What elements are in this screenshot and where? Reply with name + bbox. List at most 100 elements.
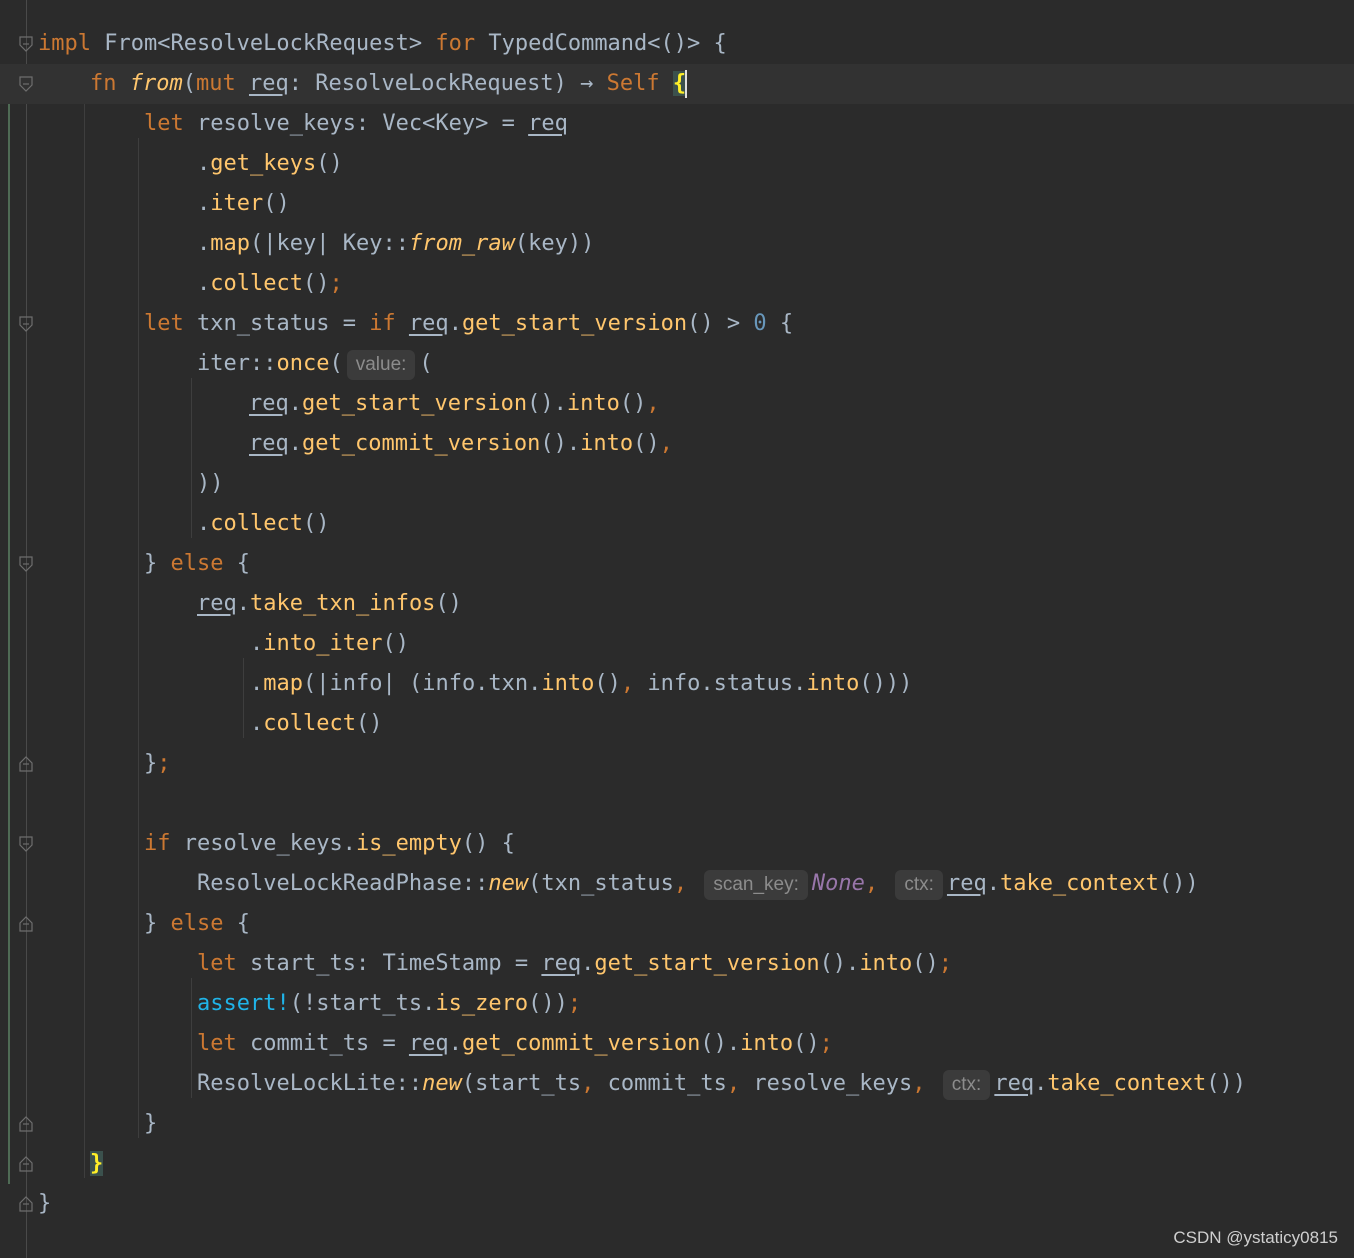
code-token: { — [223, 911, 250, 936]
code-line[interactable]: iter::once(value:( — [0, 344, 1354, 384]
fold-close-icon[interactable] — [19, 1156, 33, 1172]
code-line[interactable]: .collect() — [0, 704, 1354, 744]
code-token: req — [408, 1031, 449, 1056]
code-token: req — [197, 591, 237, 616]
code-line[interactable]: ResolveLockLite::new(start_ts, commit_ts… — [0, 1064, 1354, 1104]
parameter-hint: scan_key: — [704, 870, 808, 900]
code-line[interactable]: } — [0, 1144, 1354, 1184]
code-token: for — [435, 31, 476, 56]
code-line[interactable]: .map(|info| (info.txn.into(), info.statu… — [0, 664, 1354, 704]
code-token: ()) — [528, 991, 568, 1016]
code-line[interactable]: .get_keys() — [0, 144, 1354, 184]
code-line[interactable]: } — [0, 1184, 1354, 1224]
fold-close-icon[interactable] — [19, 1116, 33, 1132]
code-token: req — [249, 431, 289, 456]
code-text: .get_keys() — [197, 144, 343, 184]
code-token: () — [355, 711, 383, 736]
code-token: iter — [210, 191, 264, 216]
code-token: ResolveLockLite:: — [197, 1071, 423, 1096]
code-line[interactable]: } — [0, 1104, 1354, 1144]
code-token: get_commit_version — [302, 431, 541, 456]
code-line[interactable]: impl From<ResolveLockRequest> for TypedC… — [0, 24, 1354, 64]
code-line[interactable] — [0, 784, 1354, 824]
code-text: req.take_txn_infos() — [197, 584, 462, 624]
fold-close-icon[interactable] — [19, 756, 33, 772]
code-token: fn — [90, 71, 117, 96]
code-token: . — [197, 231, 211, 256]
code-token: req — [946, 871, 987, 896]
code-token: ())) — [859, 671, 913, 696]
code-token: req — [408, 311, 449, 336]
code-token: get_start_version — [594, 951, 820, 976]
fold-open-icon[interactable] — [19, 556, 33, 572]
code-line[interactable]: )) — [0, 464, 1354, 504]
code-line[interactable]: let txn_status = if req.get_start_versio… — [0, 304, 1354, 344]
code-token: () — [912, 951, 939, 976]
code-line[interactable]: req.get_start_version().into(), — [0, 384, 1354, 424]
code-line[interactable]: .iter() — [0, 184, 1354, 224]
code-token: (). — [700, 1031, 741, 1056]
fold-close-icon[interactable] — [19, 1196, 33, 1212]
code-token: (txn_status — [528, 871, 674, 896]
fold-open-icon[interactable] — [19, 36, 33, 52]
code-token: (). — [527, 391, 567, 416]
code-line[interactable]: .collect(); — [0, 264, 1354, 304]
fold-open-icon[interactable] — [19, 316, 33, 332]
code-token: ResolveLockReadPhase:: — [197, 871, 489, 896]
code-line[interactable]: .collect() — [0, 504, 1354, 544]
code-token: req — [994, 1071, 1035, 1096]
code-token: take_context — [1047, 1071, 1207, 1096]
code-token: } — [144, 551, 171, 576]
code-text: iter::once(value:( — [197, 344, 433, 384]
code-text: } — [38, 1184, 51, 1224]
code-text: req.get_commit_version().into(), — [249, 424, 673, 464]
fold-close-icon[interactable] — [19, 916, 33, 932]
code-line[interactable]: } else { — [0, 904, 1354, 944]
code-token: . — [448, 1031, 462, 1056]
code-token: () — [263, 191, 290, 216]
fold-open-icon[interactable] — [19, 836, 33, 852]
code-line[interactable]: req.get_commit_version().into(), — [0, 424, 1354, 464]
code-line[interactable]: ResolveLockReadPhase::new(txn_status, sc… — [0, 864, 1354, 904]
code-token: new — [488, 871, 529, 896]
code-text: } else { — [144, 544, 250, 584]
code-line[interactable]: let commit_ts = req.get_commit_version()… — [0, 1024, 1354, 1064]
code-token: is_zero — [435, 991, 529, 1016]
code-token: () — [302, 271, 330, 296]
code-line[interactable]: .map(|key| Key::from_raw(key)) — [0, 224, 1354, 264]
code-line[interactable]: if resolve_keys.is_empty() { — [0, 824, 1354, 864]
code-token: collect — [210, 511, 303, 536]
code-token: into — [806, 671, 860, 696]
code-token: let — [197, 1031, 237, 1056]
code-line[interactable]: .into_iter() — [0, 624, 1354, 664]
matched-brace: } — [90, 1151, 104, 1176]
code-token: . — [236, 591, 250, 616]
code-editor[interactable]: impl From<ResolveLockRequest> for TypedC… — [0, 0, 1354, 1258]
code-token: ; — [329, 271, 343, 296]
code-token: { — [223, 551, 250, 576]
text-cursor — [685, 70, 688, 98]
code-text: .collect(); — [197, 264, 343, 304]
code-line[interactable]: let resolve_keys: Vec<Key> = req — [0, 104, 1354, 144]
code-token: collect — [263, 711, 356, 736]
code-text: }; — [144, 744, 171, 784]
code-token: () — [793, 1031, 820, 1056]
fold-open-icon[interactable] — [19, 76, 33, 92]
code-token: . — [581, 951, 595, 976]
code-text: req.get_start_version().into(), — [249, 384, 660, 424]
code-token: ; — [567, 991, 582, 1016]
code-token: info.status. — [634, 671, 807, 696]
code-token: () { — [461, 831, 515, 856]
code-line[interactable]: } else { — [0, 544, 1354, 584]
code-line[interactable]: let start_ts: TimeStamp = req.get_start_… — [0, 944, 1354, 984]
code-token: (|info| (info.txn. — [303, 671, 542, 696]
code-token: . — [1034, 1071, 1048, 1096]
code-token: get_keys — [210, 151, 317, 176]
code-line[interactable]: }; — [0, 744, 1354, 784]
code-token: . — [448, 311, 462, 336]
code-line[interactable]: req.take_txn_infos() — [0, 584, 1354, 624]
code-line[interactable]: assert!(!start_ts.is_zero()); — [0, 984, 1354, 1024]
code-line[interactable]: fn from(mut req: ResolveLockRequest) → S… — [0, 64, 1354, 104]
